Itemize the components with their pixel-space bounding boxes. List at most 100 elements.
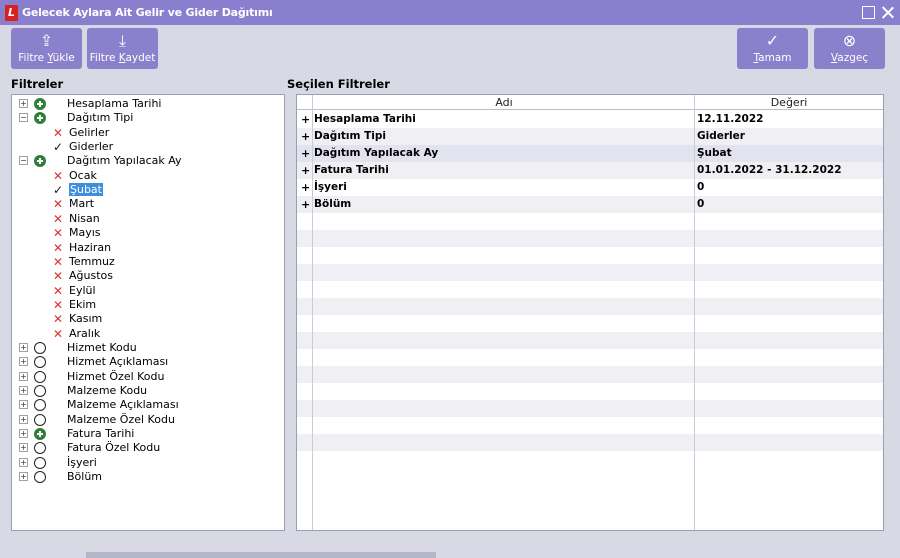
expand-icon[interactable]: + [19, 386, 28, 395]
selected-filters-grid[interactable]: Adı Değeri + Hesaplama Tarihi 12.11.2022 + D… [296, 94, 884, 531]
tree-item-label: Hizmet Açıklaması [67, 355, 169, 369]
excluded-icon[interactable]: ✕ [52, 299, 64, 311]
expand-icon[interactable]: + [19, 99, 28, 108]
excluded-icon[interactable]: ✕ [52, 213, 64, 225]
tree-item-label: Bölüm [67, 470, 103, 484]
excluded-icon[interactable]: ✕ [52, 285, 64, 297]
ok-button[interactable]: ✓ Tamam [737, 28, 808, 69]
maximize-icon[interactable] [862, 6, 875, 19]
excluded-icon[interactable]: ✕ [52, 313, 64, 325]
empty-row [297, 383, 883, 400]
app-logo-icon: L [5, 4, 18, 21]
expand-icon[interactable]: + [19, 414, 28, 424]
tree-item-label: Mart [69, 197, 95, 211]
tree-item-label: Giderler [69, 140, 114, 154]
included-check-icon[interactable]: ✓ [52, 184, 64, 196]
filter-active-icon [34, 98, 46, 110]
row-expand-icon[interactable]: + [301, 162, 310, 179]
table-row[interactable]: + Dağıtım Yapılacak Ay Şubat [297, 145, 883, 162]
tree-item[interactable]: ✓ Giderler [12, 140, 284, 154]
included-check-icon[interactable]: ✓ [52, 141, 64, 153]
tree-item[interactable]: + İşyeri [12, 456, 284, 470]
tree-item[interactable]: ✕ Ocak [12, 169, 284, 183]
row-expand-icon[interactable]: + [301, 128, 310, 145]
empty-row [297, 247, 883, 264]
excluded-icon[interactable]: ✕ [52, 227, 64, 239]
empty-row [297, 264, 883, 281]
tree-item[interactable]: ✕ Haziran [12, 241, 284, 255]
filter-inactive-icon [34, 370, 46, 383]
table-row[interactable]: + Fatura Tarihi 01.01.2022 - 31.12.2022 [297, 162, 883, 179]
tree-item[interactable]: ✕ Ekim [12, 298, 284, 312]
expand-icon[interactable]: + [19, 443, 28, 453]
table-row[interactable]: + Dağıtım Tipi Giderler [297, 128, 883, 145]
expand-icon[interactable]: + [19, 342, 28, 352]
column-header-name[interactable]: Adı [313, 95, 695, 110]
tree-item[interactable]: ✕ Aralık [12, 327, 284, 341]
tree-item[interactable]: − Dağıtım Yapılacak Ay [12, 154, 284, 168]
table-row[interactable]: + Hesaplama Tarihi 12.11.2022 [297, 111, 883, 128]
column-header-value[interactable]: Değeri [695, 95, 883, 110]
tree-item[interactable]: ✕ Temmuz [12, 255, 284, 269]
filter-inactive-icon [34, 442, 46, 455]
empty-row [297, 434, 883, 451]
tree-item[interactable]: ✕ Gelirler [12, 126, 284, 140]
tree-item[interactable]: + Bölüm [12, 470, 284, 484]
filter-active-icon [34, 155, 46, 168]
tree-item[interactable]: + Malzeme Özel Kodu [12, 413, 284, 427]
expand-icon[interactable]: + [19, 472, 28, 482]
empty-row [297, 281, 883, 298]
tree-item-label: Haziran [69, 240, 112, 254]
row-expand-icon[interactable]: + [301, 196, 310, 213]
filter-tree[interactable]: + Hesaplama Tarihi − Dağıtım Tipi ✕ Gelirler ✓… [11, 94, 285, 531]
excluded-icon[interactable]: ✕ [52, 270, 64, 282]
excluded-icon[interactable]: ✕ [52, 127, 64, 139]
tree-item[interactable]: − Dağıtım Tipi [12, 111, 284, 125]
tree-item[interactable]: + Fatura Özel Kodu [12, 441, 284, 455]
tree-item[interactable]: + Hizmet Açıklaması [12, 355, 284, 369]
excluded-icon[interactable]: ✕ [52, 242, 64, 254]
collapse-icon[interactable]: − [19, 156, 28, 166]
close-icon[interactable] [881, 6, 894, 19]
collapse-icon[interactable]: − [19, 113, 28, 123]
tree-item-label: Ocak [69, 168, 97, 182]
tree-item[interactable]: ✕ Kasım [12, 312, 284, 326]
tree-item[interactable]: + Hizmet Özel Kodu [12, 370, 284, 384]
load-filter-button[interactable]: ⇪ Filtre Yükle [11, 28, 82, 69]
tree-item[interactable]: ✕ Mayıs [12, 226, 284, 240]
table-row[interactable]: + Bölüm 0 [297, 196, 883, 213]
tree-item-label: Fatura Tarihi [67, 427, 135, 441]
expand-icon[interactable]: + [19, 357, 28, 367]
filter-inactive-icon [34, 471, 46, 484]
tree-item[interactable]: + Hizmet Kodu [12, 341, 284, 355]
cancel-button[interactable]: ⊗ Vazgeç [814, 28, 885, 69]
tree-item-label: Malzeme Özel Kodu [67, 412, 175, 426]
tree-item-label: Hizmet Kodu [67, 340, 137, 354]
tree-item[interactable]: ✓ Şubat [12, 183, 284, 197]
excluded-icon[interactable]: ✕ [52, 170, 64, 182]
tree-item[interactable]: + Malzeme Kodu [12, 384, 284, 398]
tree-item[interactable]: + Hesaplama Tarihi [12, 97, 284, 111]
row-expand-icon[interactable]: + [301, 145, 310, 162]
excluded-icon[interactable]: ✕ [52, 328, 64, 340]
save-filter-button[interactable]: ⤓ Filtre Kaydet [87, 28, 158, 69]
row-expand-icon[interactable]: + [301, 179, 310, 196]
row-expand-icon[interactable]: + [301, 111, 310, 128]
tree-item[interactable]: ✕ Eylül [12, 284, 284, 298]
expand-icon[interactable]: + [19, 457, 28, 467]
tree-item[interactable]: ✕ Nisan [12, 212, 284, 226]
excluded-icon[interactable]: ✕ [52, 256, 64, 268]
excluded-icon[interactable]: ✕ [52, 198, 64, 210]
tree-item[interactable]: ✕ Ağustos [12, 269, 284, 283]
expand-icon[interactable]: + [19, 400, 28, 410]
table-row[interactable]: + İşyeri 0 [297, 179, 883, 196]
tree-item-label: Aralık [69, 326, 101, 340]
expand-icon[interactable]: + [19, 429, 28, 439]
tree-item-label: Malzeme Kodu [67, 384, 148, 397]
tree-item-label: Hesaplama Tarihi [67, 97, 162, 110]
tree-item-label: Fatura Özel Kodu [67, 441, 161, 455]
tree-item[interactable]: + Malzeme Açıklaması [12, 398, 284, 412]
tree-item[interactable]: + Fatura Tarihi [12, 427, 284, 441]
expand-icon[interactable]: + [19, 371, 28, 381]
tree-item[interactable]: ✕ Mart [12, 197, 284, 211]
